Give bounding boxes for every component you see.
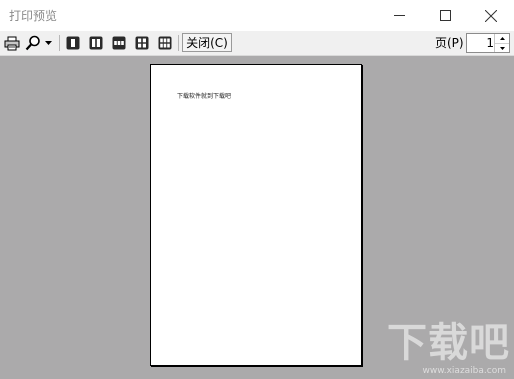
two-page-button[interactable] [88,34,104,52]
six-page-icon [158,36,172,50]
toolbar-separator [178,35,179,51]
preview-toolbar: 关闭(C) 页(P) 1 [0,31,514,56]
close-preview-button[interactable]: 关闭(C) [182,33,232,52]
four-page-icon [135,36,149,50]
spinner-arrows [494,34,509,52]
title-bar: 打印预览 [0,0,514,31]
print-button[interactable] [3,34,21,52]
page-label: 页(P) [435,36,464,50]
maximize-icon [439,10,451,21]
two-page-icon [89,36,103,50]
print-icon [4,36,20,50]
window-title: 打印预览 [9,9,58,23]
zoom-dropdown-button[interactable] [43,34,53,52]
close-icon [485,9,497,22]
minimize-button[interactable] [376,0,422,31]
preview-area[interactable]: 下载软件就到下载吧 下载吧 www.xiazaiba.com [0,56,514,379]
spin-up-icon [499,37,505,40]
zoom-icon [25,35,40,51]
one-page-button[interactable] [65,34,81,52]
spin-down-icon [499,46,505,50]
page-number-input[interactable]: 1 [467,35,494,51]
three-page-icon [112,36,126,50]
one-page-icon [66,36,80,50]
zoom-button[interactable] [24,34,42,52]
watermark-logo: 下载吧 [387,320,510,366]
toolbar-separator [59,35,60,51]
three-page-button[interactable] [111,34,127,52]
minimize-icon [393,15,405,16]
page-up-button[interactable] [495,34,509,43]
maximize-button[interactable] [422,0,468,31]
six-page-button[interactable] [157,34,173,52]
page-down-button[interactable] [495,43,509,52]
window-close-button[interactable] [468,0,514,31]
page-spinner[interactable]: 1 [466,33,510,53]
print-preview-window: 打印预览 关闭(C) 页(P) 1 下载软件就到下载吧 下载吧 www.xiaz… [0,0,514,379]
dropdown-arrow-icon [44,41,52,45]
four-page-button[interactable] [134,34,150,52]
watermark-url: www.xiazaiba.com [422,366,506,376]
page-content-text: 下载软件就到下载吧 [177,93,232,100]
preview-page: 下载软件就到下载吧 [150,64,362,366]
